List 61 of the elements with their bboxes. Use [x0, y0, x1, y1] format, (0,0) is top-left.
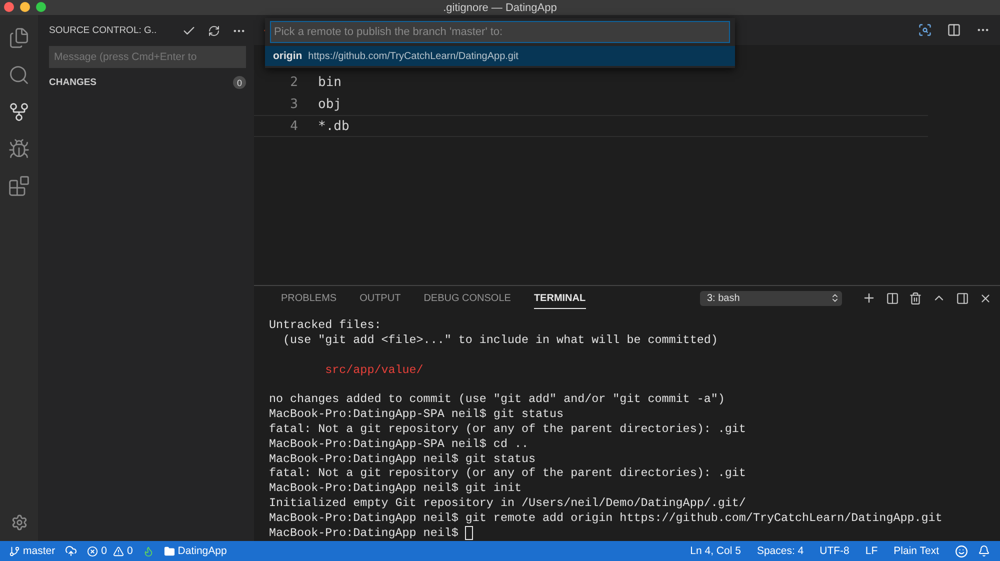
terminal-line: MacBook-Pro:DatingApp-SPA neil$ git status [269, 407, 564, 422]
search-icon[interactable] [8, 64, 30, 86]
panel-tab[interactable]: DEBUG CONSOLE [424, 288, 511, 308]
files-icon[interactable] [8, 27, 30, 49]
cloud-upload-icon[interactable] [65, 545, 78, 557]
code-line: bin [318, 74, 342, 90]
status-item[interactable]: UTF-8 [820, 545, 850, 557]
split-icon[interactable] [886, 292, 899, 304]
window-title: .gitignore — DatingApp [443, 2, 557, 14]
git-icon[interactable] [8, 101, 30, 123]
zoom-button[interactable] [36, 2, 46, 12]
status-item[interactable]: Ln 4, Col 5 [690, 545, 741, 557]
sidebar-title: SOURCE CONTROL: G.. [49, 25, 158, 36]
flame-icon[interactable] [142, 546, 154, 556]
terminal-line: MacBook-Pro:DatingApp-SPA neil$ cd .. [269, 436, 529, 452]
plus-icon[interactable] [862, 291, 876, 305]
problems-indicator[interactable]: 0 0 [87, 545, 133, 557]
trash-icon[interactable] [909, 292, 922, 304]
terminal-line: fatal: Not a git repository (or any of the parent directories): .git [269, 466, 746, 482]
panel-tab[interactable]: TERMINAL [534, 288, 586, 308]
line-number: 3 [289, 96, 298, 112]
chevrons-icon [830, 293, 840, 303]
smiley-icon[interactable] [955, 544, 968, 558]
terminal-line: Initialized empty Git repository in /Users/neil/Demo/DatingApp/.git/ [269, 496, 746, 511]
quick-pick-input[interactable]: Pick a remote to publish the branch 'master' to: [270, 21, 730, 43]
minimize-button[interactable] [20, 2, 30, 12]
terminal-line: fatal: Not a git repository (or any of the parent directories): .git [269, 422, 746, 437]
line-number: 2 [289, 74, 298, 90]
panel-tab[interactable]: PROBLEMS [281, 288, 337, 308]
close-button[interactable] [4, 2, 14, 12]
panel-icon[interactable] [956, 292, 969, 304]
line-number: 4 [289, 118, 298, 134]
terminal-line: (use "git add <file>..." to include in what will be committed) [282, 332, 718, 348]
close-icon[interactable] [979, 292, 992, 304]
message-field[interactable]: Message (press Cmd+Enter to [49, 46, 246, 68]
debug-icon[interactable] [8, 138, 30, 160]
terminal-line: Untracked files: [269, 318, 382, 333]
panel-tab[interactable]: OUTPUT [360, 288, 401, 308]
quick-pick-item[interactable]: origin https://github.com/TryCatchLearn/DatingApp.git [265, 46, 735, 66]
section-label: CHANGES [49, 77, 97, 88]
code-line: obj [318, 96, 342, 112]
branch-indicator[interactable]: master [9, 545, 56, 557]
terminal-select[interactable]: 3: bash [700, 290, 842, 306]
folder-indicator[interactable]: DatingApp [164, 545, 227, 557]
settings-icon[interactable] [10, 514, 28, 531]
refresh-icon[interactable] [208, 24, 220, 36]
code-line: *.db [318, 118, 350, 134]
status-item[interactable]: Plain Text [894, 545, 939, 557]
extensions-icon[interactable] [8, 175, 30, 197]
status-item[interactable]: Spaces: 4 [756, 545, 804, 557]
terminal-line: src/app/value/ [324, 362, 424, 378]
status-item[interactable]: LF [865, 545, 878, 557]
terminal-line: MacBook-Pro:DatingApp neil$ git remote add origin https://github.com/TryCatchLearn/DatingApp.git [269, 510, 942, 526]
terminal-line: MacBook-Pro:DatingApp neil$ git status [269, 452, 536, 466]
terminal-line: no changes added to commit (use "git add" and/or "git commit -a") [269, 392, 725, 408]
terminal-line: MacBook-Pro:DatingApp neil$ [269, 526, 460, 541]
count-badge: 0 [233, 76, 246, 89]
search-icon[interactable] [918, 23, 932, 37]
bell-icon[interactable] [978, 545, 990, 557]
terminal-line: MacBook-Pro:DatingApp neil$ git init [269, 481, 522, 496]
split-editor-icon[interactable] [947, 23, 961, 37]
